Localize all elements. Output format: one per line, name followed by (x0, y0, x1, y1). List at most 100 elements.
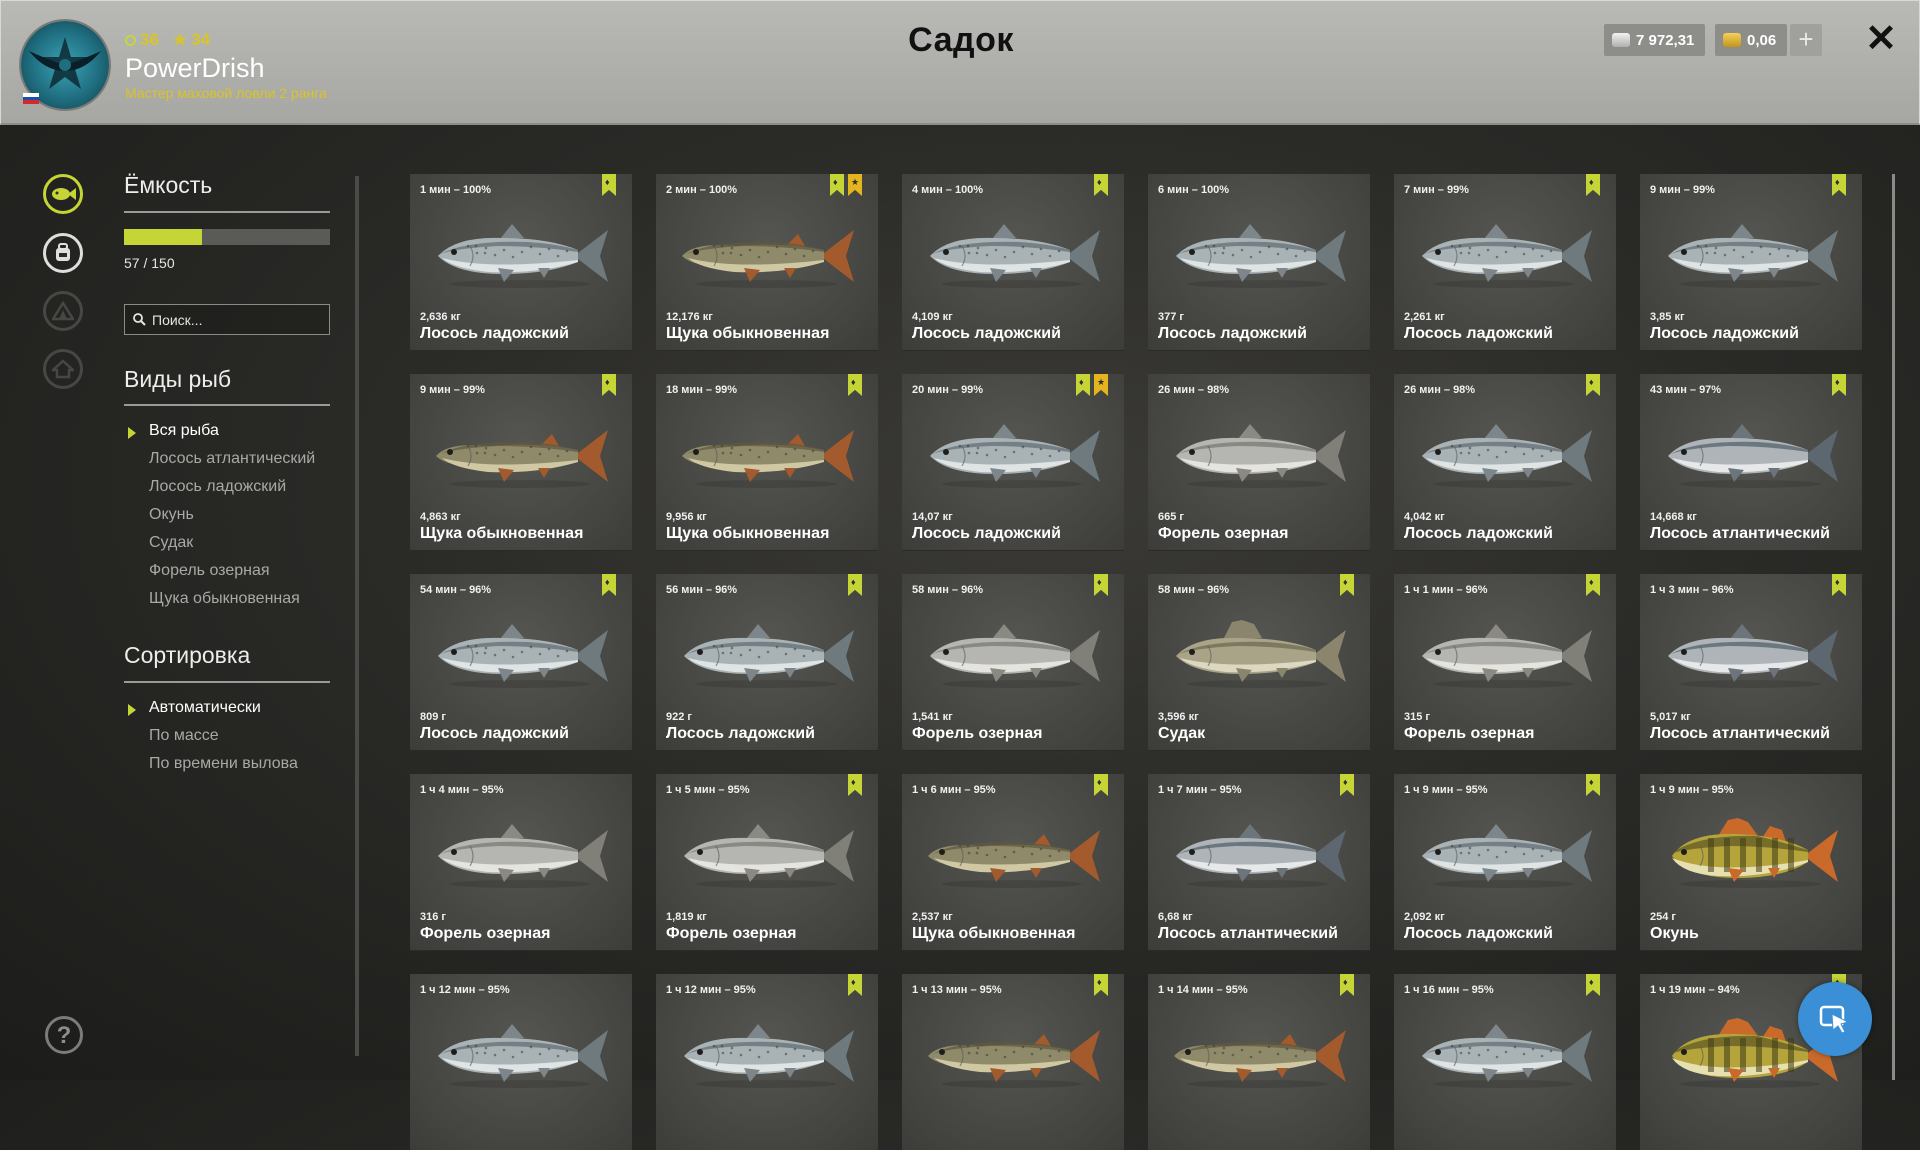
fish-image (1668, 624, 1838, 688)
species-option[interactable]: Лосось ладожский (149, 478, 286, 496)
species-option[interactable]: Судак (149, 534, 193, 552)
rail-backpack-button[interactable] (43, 233, 83, 273)
bookmark-icon[interactable]: ♦ (602, 174, 616, 196)
fish-card[interactable]: 9 мин – 99% ♦ 3,85 кг Лосось ладожский (1640, 174, 1862, 350)
bookmark-icon[interactable]: ♦ (1832, 374, 1846, 396)
rail-keepnet-button[interactable] (43, 174, 83, 214)
catch-time: 1 ч 4 мин – 95% (420, 784, 504, 796)
species-title: Виды рыб (124, 366, 232, 392)
selected-triangle-icon (128, 427, 136, 439)
fish-name: Лосось ладожский (1404, 525, 1553, 542)
bookmark-icon[interactable]: ♦ (1340, 974, 1354, 996)
catch-time: 1 ч 7 мин – 95% (1158, 784, 1242, 796)
bookmark-icon[interactable]: ♦ (1586, 374, 1600, 396)
bookmark-icon[interactable]: ♦ (1076, 374, 1090, 396)
fish-card[interactable]: 1 ч 12 мин – 95% ♦ (656, 974, 878, 1150)
bookmark-icon[interactable]: ♦ (1094, 174, 1108, 196)
catch-time: 9 мин – 99% (420, 384, 485, 396)
fish-image (1422, 1024, 1592, 1088)
fish-card[interactable]: 7 мин – 99% ♦ 2,261 кг Лосось ладожский (1394, 174, 1616, 350)
fish-card[interactable]: 20 мин – 99% ♦ ★ 14,07 кг Лосось ладожски… (902, 374, 1124, 550)
bookmark-icon[interactable]: ♦ (602, 374, 616, 396)
species-option[interactable]: Лосось атлантический (149, 450, 315, 468)
sort-option[interactable]: По времени вылова (149, 755, 298, 773)
fish-card[interactable]: 1 ч 9 мин – 95% 254 г Окунь (1640, 774, 1862, 950)
catch-time: 1 ч 12 мин – 95% (420, 984, 510, 996)
fish-card[interactable]: 26 мин – 98% 665 г Форель озерная (1148, 374, 1370, 550)
fish-card[interactable]: 54 мин – 96% ♦ 809 г Лосось ладожский (410, 574, 632, 750)
card-marks: ♦ (848, 374, 862, 396)
bookmark-icon[interactable]: ♦ (1094, 774, 1108, 796)
search-input[interactable] (152, 311, 312, 328)
species-option[interactable]: Форель озерная (149, 562, 270, 580)
fish-name: Форель озерная (1404, 725, 1535, 742)
fish-name: Лосось атлантический (1650, 725, 1830, 742)
fish-card[interactable]: 1 ч 7 мин – 95% ♦ 6,68 кг Лосось атланти… (1148, 774, 1370, 950)
help-button[interactable]: ? (45, 1016, 83, 1054)
fish-card[interactable]: 2 мин – 100% ♦ ★ 12,176 кг Щука обыкновен… (656, 174, 878, 350)
fish-card[interactable]: 1 ч 12 мин – 95% (410, 974, 632, 1150)
species-option[interactable]: Щука обыкновенная (149, 590, 300, 608)
bookmark-icon[interactable]: ♦ (1832, 574, 1846, 596)
species-option[interactable]: Окунь (149, 506, 194, 524)
bookmark-icon[interactable]: ♦ (848, 374, 862, 396)
fish-card[interactable]: 1 ч 6 мин – 95% ♦ 2,537 кг Щука обыкнове… (902, 774, 1124, 950)
catch-time: 1 ч 13 мин – 95% (912, 984, 1002, 996)
sort-option[interactable]: Автоматически (149, 699, 261, 717)
fish-image (1176, 620, 1346, 688)
fish-weight: 377 г (1158, 311, 1184, 323)
bookmark-icon[interactable]: ♦ (848, 774, 862, 796)
bookmark-icon[interactable]: ♦ (602, 574, 616, 596)
sort-title: Сортировка (124, 642, 251, 668)
rail-tent-button[interactable] (43, 291, 83, 331)
fish-card[interactable]: 1 ч 9 мин – 95% ♦ 2,092 кг Лосось ладожс… (1394, 774, 1616, 950)
fish-card[interactable]: 43 мин – 97% ♦ 14,668 кг Лосось атлантич… (1640, 374, 1862, 550)
grid-scrollbar[interactable] (1892, 174, 1895, 1080)
fish-image (682, 430, 854, 488)
bookmark-icon[interactable]: ♦ (1340, 774, 1354, 796)
fish-card[interactable]: 4 мин – 100% ♦ 4,109 кг Лосось ладожский (902, 174, 1124, 350)
bookmark-icon[interactable]: ♦ (830, 174, 844, 196)
fish-card[interactable]: 1 ч 5 мин – 95% ♦ 1,819 кг Форель озерна… (656, 774, 878, 950)
bookmark-icon[interactable]: ♦ (1586, 574, 1600, 596)
fish-card[interactable]: 58 мин – 96% ♦ 3,596 кг Судак (1148, 574, 1370, 750)
bookmark-icon[interactable]: ♦ (1094, 574, 1108, 596)
search-box[interactable] (124, 304, 330, 335)
sort-option[interactable]: По массе (149, 727, 219, 745)
fish-card[interactable]: 1 мин – 100% ♦ 2,636 кг Лосось ладожский (410, 174, 632, 350)
fish-card[interactable]: 1 ч 14 мин – 95% ♦ (1148, 974, 1370, 1150)
bookmark-icon[interactable]: ♦ (1586, 974, 1600, 996)
bookmark-icon[interactable]: ♦ (1832, 174, 1846, 196)
fish-image (682, 230, 854, 288)
bookmark-icon[interactable]: ♦ (848, 574, 862, 596)
rail-home-button[interactable] (43, 349, 83, 389)
fish-card[interactable]: 26 мин – 98% ♦ 4,042 кг Лосось ладожский (1394, 374, 1616, 550)
bookmark-icon[interactable]: ♦ (848, 974, 862, 996)
fish-keepnet-icon (52, 188, 76, 200)
fish-card[interactable]: 1 ч 1 мин – 96% ♦ 315 г Форель озерная (1394, 574, 1616, 750)
bookmark-icon[interactable]: ♦ (1094, 974, 1108, 996)
fish-weight: 2,636 кг (420, 311, 461, 323)
card-marks: ♦ (1340, 574, 1354, 596)
bookmark-icon[interactable]: ♦ (1340, 574, 1354, 596)
fish-image (1174, 1030, 1346, 1088)
fish-card[interactable]: 1 ч 4 мин – 95% 316 г Форель озерная (410, 774, 632, 950)
fish-weight: 3,596 кг (1158, 711, 1199, 723)
fish-card[interactable]: 1 ч 13 мин – 95% ♦ (902, 974, 1124, 1150)
fish-card[interactable]: 18 мин – 99% ♦ 9,956 кг Щука обыкновенна… (656, 374, 878, 550)
cursor-mode-button[interactable] (1798, 982, 1872, 1056)
fish-card[interactable]: 9 мин – 99% ♦ 4,863 кг Щука обыкновенная (410, 374, 632, 550)
card-marks: ♦ (602, 374, 616, 396)
fish-card[interactable]: 1 ч 3 мин – 96% ♦ 5,017 кг Лосось атлант… (1640, 574, 1862, 750)
close-button[interactable]: ✕ (1861, 19, 1901, 59)
fish-card[interactable]: 56 мин – 96% ♦ 922 г Лосось ладожский (656, 574, 878, 750)
species-option[interactable]: Вся рыба (149, 422, 219, 440)
fish-card[interactable]: 58 мин – 96% ♦ 1,541 кг Форель озерная (902, 574, 1124, 750)
fish-card[interactable]: 1 ч 16 мин – 95% ♦ (1394, 974, 1616, 1150)
catch-time: 54 мин – 96% (420, 584, 492, 596)
player-rank: Мастер маховой ловли 2 ранга (125, 85, 327, 101)
bookmark-icon[interactable]: ♦ (1586, 774, 1600, 796)
bookmark-icon[interactable]: ♦ (1586, 174, 1600, 196)
fish-card[interactable]: 6 мин – 100% 377 г Лосось ладожский (1148, 174, 1370, 350)
add-currency-button[interactable]: + (1790, 24, 1822, 56)
